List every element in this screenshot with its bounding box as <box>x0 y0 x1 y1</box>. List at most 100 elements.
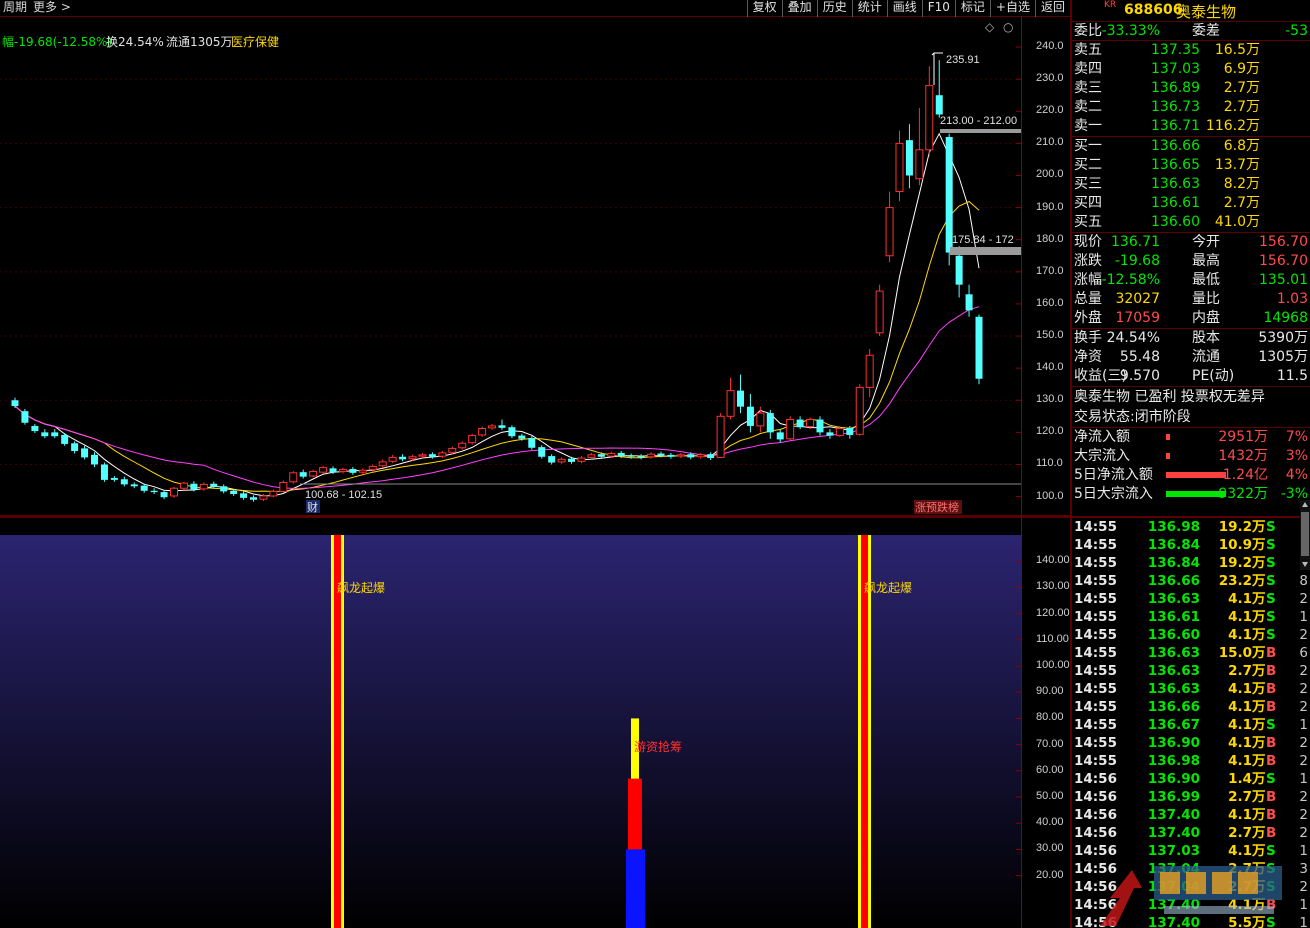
stat-value: 17059 <box>1115 310 1160 326</box>
finance-badge[interactable]: 财 <box>307 500 318 514</box>
tick-count: 2 <box>1299 699 1308 715</box>
tick-row[interactable]: 14:55 136.84 10.9 万 S <box>1072 536 1310 554</box>
tick-row[interactable]: 14:56 137.40 4.1 万 B 2 <box>1072 806 1310 824</box>
tick-row[interactable]: 14:56 137.40 2.7 万 B 2 <box>1072 824 1310 842</box>
money-flow-amount: 2951万 <box>1218 429 1268 445</box>
candle-body <box>230 490 238 495</box>
tick-row[interactable]: 14:56 136.99 2.7 万 B 2 <box>1072 788 1310 806</box>
tick-row[interactable]: 14:55 136.63 4.1 万 S 2 <box>1072 590 1310 608</box>
tick-row[interactable]: 14:55 136.98 4.1 万 B 2 <box>1072 752 1310 770</box>
history-button[interactable]: 历史 <box>816 0 852 17</box>
mark-button[interactable]: 标记 <box>954 0 990 17</box>
tick-side: S <box>1266 519 1276 535</box>
candle-body <box>259 495 268 500</box>
candle-body <box>41 432 49 437</box>
bid-label: 买五 <box>1074 214 1102 230</box>
tick-time: 14:55 <box>1074 627 1117 643</box>
ask-label: 卖三 <box>1074 80 1102 96</box>
tick-row[interactable]: 14:55136.8419.2万S7 <box>1072 554 1310 572</box>
draw-line-button[interactable]: 画线 <box>886 0 922 17</box>
tick-scrollbar[interactable] <box>1300 500 1310 570</box>
price-axis: 240.0 230.0 220.0 210.0 200.0 190.0 180.0 170.0… <box>1022 17 1070 515</box>
stat-value: 135.01 <box>1259 272 1308 288</box>
candle-body <box>388 456 397 462</box>
money-flow-label: 净流入额 <box>1074 429 1130 445</box>
candle-body <box>855 386 864 435</box>
order-ratio-row: 委比 -33.33% 委差 -53 <box>1072 22 1310 41</box>
candle-body <box>955 255 963 285</box>
tick-row[interactable]: 14:55 136.63 15.0 万 B 6 <box>1072 644 1310 662</box>
tick-side: B <box>1266 825 1277 841</box>
bid-row[interactable]: 买五 136.60 41.0万 <box>1072 213 1310 232</box>
close-icon[interactable]: ○ <box>1003 20 1013 34</box>
statistics-button[interactable]: 统计 <box>851 0 887 17</box>
bid-row[interactable]: 买二 136.65 13.7万 <box>1072 156 1310 175</box>
indicator-chart[interactable]: 飙龙起爆 飙龙起爆 游资抢筹 <box>0 518 1021 928</box>
tick-unit: 万 <box>1252 717 1266 733</box>
tick-count: 1 <box>1299 717 1308 733</box>
candle-body <box>707 454 715 459</box>
bid-row[interactable]: 买四 136.61 2.7万 <box>1072 194 1310 213</box>
info-float: 流通1305万 <box>166 35 233 49</box>
candle-body <box>676 454 685 457</box>
stock-name[interactable]: 奥泰生物 <box>1176 1 1236 22</box>
candle-body <box>508 427 516 437</box>
tick-row[interactable]: 14:55 136.63 2.7 万 B 2 <box>1072 662 1310 680</box>
bid-price: 136.66 <box>1151 138 1200 154</box>
tick-row[interactable]: 14:55 136.66 4.1 万 B 2 <box>1072 698 1310 716</box>
f10-button[interactable]: F10 <box>921 0 955 17</box>
expand-icon[interactable]: ◇ <box>985 20 995 34</box>
indicator-tick-label: 130.00 <box>1036 580 1070 593</box>
candle-body <box>518 435 526 439</box>
tick-row[interactable]: 14:55 136.61 4.1 万 S 1 <box>1072 608 1310 626</box>
candle-body <box>170 487 179 497</box>
money-flow-bar <box>1166 453 1170 459</box>
tick-row[interactable]: 14:55 136.63 4.1 万 B 2 <box>1072 680 1310 698</box>
ask-row[interactable]: 卖一 136.71 116.2万 <box>1072 117 1310 136</box>
bid-row[interactable]: 买一 136.66 6.8万 <box>1072 137 1310 156</box>
price-stats: 现价 136.71 今开 156.70 涨跌 -19.68 最高 156.70 涨幅 -12.58… <box>1072 233 1310 329</box>
add-watchlist-button[interactable]: +自选 <box>989 0 1035 17</box>
candle-body <box>458 442 467 449</box>
tick-time: 14:55 <box>1074 609 1117 625</box>
candlestick-chart[interactable]: 幅-19.68(-12.58%) 换24.54% 流通1305万 医疗保健 23… <box>0 17 1021 515</box>
tick-unit: 万 <box>1252 825 1266 841</box>
candle-body <box>279 481 288 492</box>
stock-code[interactable]: 688606 <box>1124 2 1182 18</box>
ask-row[interactable]: 卖三 136.89 2.7万 <box>1072 79 1310 98</box>
breakout-label-2: 飙龙起爆 <box>864 580 912 595</box>
limit-badge[interactable]: 涨预跌榜 <box>915 500 959 514</box>
tick-side: S <box>1266 627 1276 643</box>
tick-count: 2 <box>1299 753 1308 769</box>
candle-body <box>597 454 605 457</box>
tick-price: 136.63 <box>1147 591 1200 607</box>
candle-body <box>199 483 208 490</box>
indicator-tick-label: 20.00 <box>1036 868 1064 881</box>
tick-count: 2 <box>1299 825 1308 841</box>
restore-rights-button[interactable]: 复权 <box>746 0 782 17</box>
tick-row[interactable]: 14:56 136.90 1.4 万 S 1 <box>1072 770 1310 788</box>
stat-label: PE(动) <box>1192 368 1235 384</box>
tick-time: 14:55 <box>1074 645 1117 661</box>
tick-row[interactable]: 14:55136.9819.2万S3 <box>1072 518 1310 536</box>
candle-body <box>796 419 804 428</box>
tick-unit: 万 <box>1252 735 1266 751</box>
ask-row[interactable]: 卖四 137.03 6.9万 <box>1072 60 1310 79</box>
back-button[interactable]: 返回 <box>1034 0 1070 17</box>
candle-body <box>557 458 566 463</box>
ask-price: 136.71 <box>1151 118 1200 134</box>
price-tick-label: 170.0 <box>1036 264 1064 277</box>
more-button[interactable]: 更多 > <box>30 0 74 17</box>
tick-row[interactable]: 14:55 136.90 4.1 万 B 2 <box>1072 734 1310 752</box>
ask-row[interactable]: 卖五 137.35 16.5万 <box>1072 41 1310 60</box>
tick-count: 2 <box>1299 591 1308 607</box>
overlay-button[interactable]: 叠加 <box>781 0 817 17</box>
ask-row[interactable]: 卖二 136.73 2.7万 <box>1072 98 1310 117</box>
candle-body <box>975 316 983 379</box>
candle-body <box>240 493 248 498</box>
period-button[interactable]: 周期 <box>0 0 30 17</box>
tick-row[interactable]: 14:55 136.60 4.1 万 S 2 <box>1072 626 1310 644</box>
bid-row[interactable]: 买三 136.63 8.2万 <box>1072 175 1310 194</box>
tick-row[interactable]: 14:55 136.67 4.1 万 S 1 <box>1072 716 1310 734</box>
tick-row[interactable]: 14:55 136.66 23.2 万 S 8 <box>1072 572 1310 590</box>
